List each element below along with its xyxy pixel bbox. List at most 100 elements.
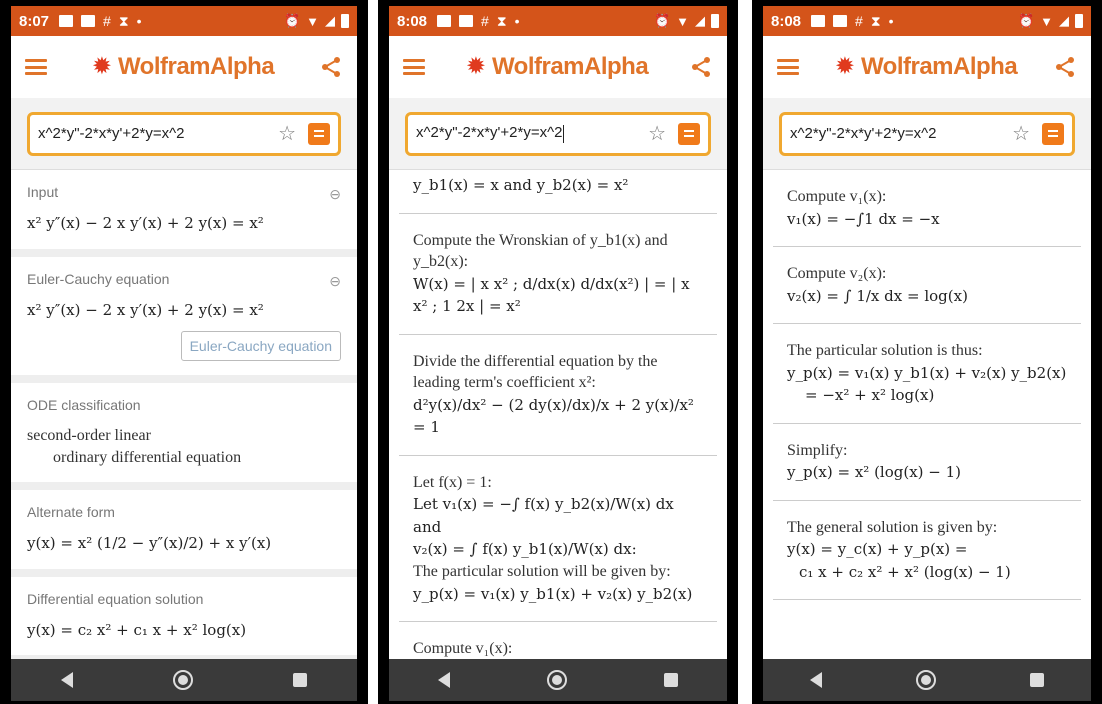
- recent-apps-icon[interactable]: [293, 673, 307, 687]
- search-query[interactable]: x^2*y"-2*x*y'+2*y=x^2: [790, 125, 1012, 142]
- step-simplify: Simplify: y_p(x) = x² (log(x) − 1): [773, 423, 1081, 501]
- pod-math: y(x) = c₂ x² + c₁ x + x² log(x): [27, 620, 247, 639]
- hamburger-icon[interactable]: [403, 59, 425, 75]
- dot-notification-icon: •: [514, 13, 520, 29]
- equals-icon[interactable]: [308, 122, 330, 145]
- results-content[interactable]: Input ⊖ x² y″(x) − 2 x y′(x) + 2 y(x) = …: [11, 170, 357, 659]
- home-icon[interactable]: [916, 670, 936, 690]
- step-general-solution: The general solution is given by: y(x) =…: [773, 500, 1081, 601]
- step-divide: Divide the differential equation by the …: [399, 334, 717, 456]
- home-icon[interactable]: [546, 670, 567, 690]
- grid-notification-icon: #: [855, 13, 863, 29]
- general-math-1: y(x) = y_c(x) + y_p(x) =: [787, 540, 968, 559]
- particular-math-2: = −x² + x² log(x): [805, 386, 935, 405]
- equals-icon[interactable]: [1042, 122, 1064, 145]
- screen-2: 8:08 # ⧗ • ⏰ ▼ ◢ ✹ WolframAlpha x^2*y"-2…: [389, 6, 727, 701]
- brand-name: WolframAlpha: [860, 53, 1018, 80]
- share-icon[interactable]: [319, 55, 343, 79]
- equals-icon[interactable]: [678, 122, 700, 145]
- status-time: 8:08: [397, 12, 428, 30]
- pod-math: x² y″(x) − 2 x y′(x) + 2 y(x) = x²: [27, 214, 264, 232]
- search-input[interactable]: x^2*y"-2*x*y'+2*y=x^2 ☆: [405, 111, 711, 156]
- wolfram-spikey-icon: ✹: [465, 53, 486, 80]
- alarm-icon: ⏰: [1017, 13, 1035, 28]
- classification-line-1: second-order linear: [27, 427, 151, 444]
- app-header: ✹ WolframAlpha: [11, 36, 357, 98]
- search-input[interactable]: x^2*y"-2*x*y'+2*y=x^2 ☆: [27, 111, 341, 156]
- simplify-text: Simplify:: [787, 441, 848, 459]
- screen-1: 8:07 # ⧗ • ⏰ ▼ ◢ ✹ WolframAlpha x^2*y"-2…: [11, 6, 357, 701]
- back-icon[interactable]: [810, 672, 822, 688]
- battery-icon: [1075, 14, 1083, 28]
- divide-text: Divide the differential equation by the …: [413, 352, 658, 392]
- notification-icon: [459, 15, 474, 27]
- phone-screen-3: 8:08 # ⧗ • ⏰ ▼ ◢ ✹ WolframAlpha x^2*y"-2…: [752, 0, 1102, 704]
- general-text: The general solution is given by:: [787, 518, 998, 536]
- search-query[interactable]: x^2*y"-2*x*y'+2*y=x^2: [38, 125, 278, 142]
- signal-icon: ◢: [695, 13, 705, 28]
- let-f-text: Let f(x) = 1:: [413, 473, 492, 491]
- hourglass-notification-icon: ⧗: [496, 12, 507, 29]
- signal-icon: ◢: [1059, 13, 1069, 28]
- step-by-step-content[interactable]: y_b1(x) = x and y_b2(x) = x² Compute the…: [389, 170, 727, 659]
- wolfram-spikey-icon: ✹: [834, 53, 855, 80]
- brand-logo: ✹ WolframAlpha: [425, 53, 689, 81]
- pod-de-solution: Differential equation solution y(x) = c₂…: [11, 576, 357, 659]
- brand-name: WolframAlpha: [117, 53, 275, 80]
- brand-logo: ✹ WolframAlpha: [799, 53, 1053, 81]
- euler-cauchy-button[interactable]: Euler-Cauchy equation: [180, 331, 341, 361]
- alarm-icon: ⏰: [283, 13, 301, 28]
- star-icon[interactable]: ☆: [1012, 121, 1030, 146]
- app-header: ✹ WolframAlpha: [389, 36, 727, 98]
- wolfram-spikey-icon: ✹: [91, 53, 112, 80]
- pod-euler-cauchy: Euler-Cauchy equation ⊖ x² y″(x) − 2 x y…: [11, 256, 357, 383]
- search-input[interactable]: x^2*y"-2*x*y'+2*y=x^2 ☆: [779, 111, 1075, 156]
- image-notification-icon: [811, 15, 826, 27]
- share-icon[interactable]: [1053, 55, 1077, 79]
- pod-title: Euler-Cauchy equation: [27, 270, 170, 287]
- grid-notification-icon: #: [481, 13, 489, 29]
- step-by-step-content[interactable]: Compute v₁(x): v₁(x) = −∫1 dx = −x Compu…: [763, 170, 1091, 659]
- search-query[interactable]: x^2*y"-2*x*y'+2*y=x^2: [416, 124, 648, 143]
- v1-math: v₁(x) = −∫1 dx = −x: [787, 209, 940, 228]
- recent-apps-icon[interactable]: [1030, 673, 1044, 687]
- let-v1-math: Let v₁(x) = −∫ f(x) y_b2(x)/W(x) dx and: [413, 495, 674, 536]
- step-compute-v1: Compute v₁(x): v₁(x) = −∫1 dx = −x: [773, 170, 1081, 248]
- divide-math: d²y(x)/dx² − (2 dy(x)/dx)/x + 2 y(x)/x² …: [413, 395, 694, 437]
- star-icon[interactable]: ☆: [278, 121, 296, 146]
- step-wronskian: Compute the Wronskian of y_b1(x) and y_b…: [399, 213, 717, 335]
- image-notification-icon: [59, 15, 74, 27]
- grid-notification-icon: #: [103, 13, 111, 29]
- v2-math: v₂(x) = ∫ 1/x dx = log(x): [787, 286, 968, 305]
- step-compute-v1: Compute v₁(x):: [399, 622, 717, 659]
- status-bar: 8:08 # ⧗ • ⏰ ▼ ◢: [389, 6, 727, 36]
- star-icon[interactable]: ☆: [648, 121, 666, 146]
- particular-text: The particular solution will be given by…: [413, 562, 671, 580]
- particular-math: y_p(x) = v₁(x) y_b1(x) + v₂(x) y_b2(x): [413, 584, 693, 603]
- pod-alternate-form: Alternate form y(x) = x² (1/2 − y″(x)/2)…: [11, 490, 357, 577]
- wronskian-math: W(x) = | x x² ; d/dx(x) d/dx(x²) | = | x…: [413, 274, 690, 316]
- hourglass-notification-icon: ⧗: [118, 12, 129, 29]
- search-area: x^2*y"-2*x*y'+2*y=x^2 ☆: [11, 98, 357, 170]
- link-icon[interactable]: ⊖: [329, 186, 341, 203]
- system-nav-bar: [763, 659, 1091, 701]
- back-icon[interactable]: [61, 672, 73, 688]
- wifi-icon: ▼: [306, 13, 319, 29]
- search-area: x^2*y"-2*x*y'+2*y=x^2 ☆: [389, 98, 727, 170]
- text-cursor: [562, 124, 564, 143]
- hamburger-icon[interactable]: [777, 59, 799, 75]
- link-icon[interactable]: ⊖: [329, 273, 341, 290]
- dot-notification-icon: •: [888, 13, 894, 29]
- back-icon[interactable]: [437, 672, 450, 688]
- brand-logo: ✹ WolframAlpha: [47, 53, 319, 81]
- battery-icon: [711, 14, 719, 28]
- home-icon[interactable]: [173, 670, 193, 690]
- basis-math: y_b1(x) = x and y_b2(x) = x²: [413, 176, 629, 194]
- hamburger-icon[interactable]: [25, 59, 47, 75]
- share-icon[interactable]: [689, 55, 713, 79]
- pod-title: ODE classification: [27, 397, 141, 413]
- status-bar: 8:08 # ⧗ • ⏰ ▼ ◢: [763, 6, 1091, 36]
- dot-notification-icon: •: [136, 13, 142, 29]
- recent-apps-icon[interactable]: [664, 673, 679, 687]
- brand-name: WolframAlpha: [491, 53, 649, 80]
